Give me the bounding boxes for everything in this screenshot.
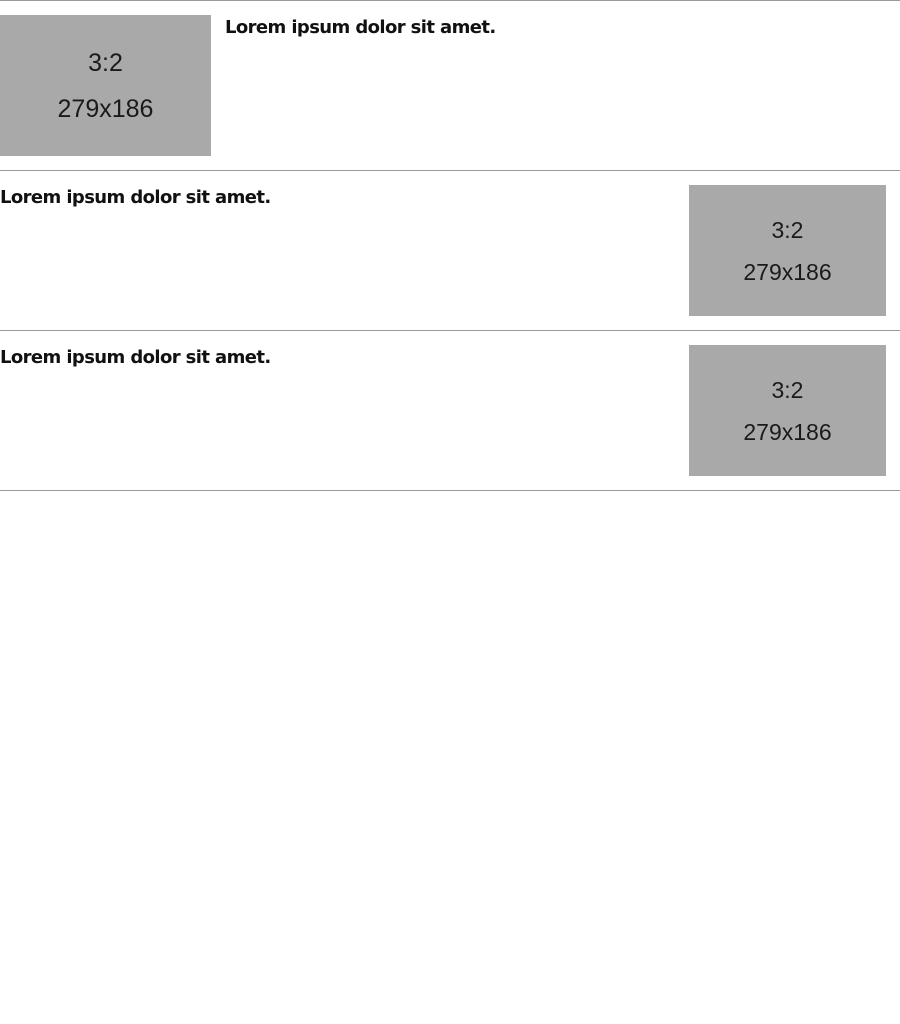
placeholder-dimensions: 279x186 — [743, 418, 832, 445]
image-placeholder[interactable]: 3:2 279x186 — [0, 15, 211, 156]
placeholder-ratio: 3:2 — [88, 48, 123, 77]
item-title[interactable]: Lorem ipsum dolor sit amet. — [0, 186, 271, 210]
item-title[interactable]: Lorem ipsum dolor sit amet. — [225, 16, 496, 40]
placeholder-dimensions: 279x186 — [743, 258, 832, 285]
item-title[interactable]: Lorem ipsum dolor sit amet. — [0, 346, 271, 370]
placeholder-ratio: 3:2 — [771, 216, 804, 243]
divider — [0, 490, 900, 491]
list-item[interactable]: 3:2 279x186 Lorem ipsum dolor sit amet. — [0, 1, 900, 170]
placeholder-dimensions: 279x186 — [57, 94, 154, 123]
list-item[interactable]: Lorem ipsum dolor sit amet. 3:2 279x186 — [0, 171, 900, 330]
list-item[interactable]: Lorem ipsum dolor sit amet. 3:2 279x186 — [0, 331, 900, 490]
media-list: 3:2 279x186 Lorem ipsum dolor sit amet. … — [0, 0, 900, 491]
placeholder-ratio: 3:2 — [771, 376, 804, 403]
image-placeholder[interactable]: 3:2 279x186 — [689, 185, 886, 316]
image-placeholder[interactable]: 3:2 279x186 — [689, 345, 886, 476]
